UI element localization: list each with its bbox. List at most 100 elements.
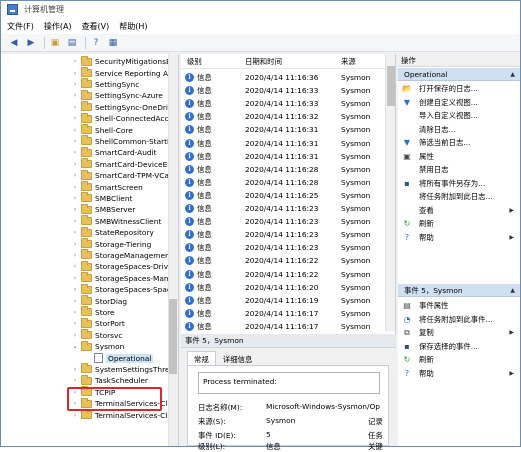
tree-item[interactable]: › TaskScheduler — [71, 374, 148, 386]
expand-icon[interactable]: › — [71, 298, 79, 305]
collapse-icon[interactable]: ⌄ — [71, 343, 79, 350]
help-icon[interactable]: ? — [89, 36, 103, 50]
event-row[interactable]: i 信息 2020/4/14 11:16:23 Sysmon — [181, 241, 386, 254]
event-row[interactable]: i 信息 2020/4/14 11:16:22 Sysmon — [181, 268, 386, 281]
expand-icon[interactable]: › — [71, 149, 79, 156]
action-item[interactable]: ▪ 保存选择的事件... — [398, 340, 520, 354]
tree-item[interactable]: › SMBWitnessClient — [71, 215, 161, 227]
action-item[interactable]: ▣ 属性 — [398, 150, 520, 164]
expand-icon[interactable]: › — [71, 332, 79, 339]
expand-icon[interactable]: › — [71, 229, 79, 236]
tree-item[interactable]: › StorDiag — [71, 295, 127, 306]
tree-item[interactable]: › SMBServer — [71, 203, 135, 215]
expand-icon[interactable]: › — [71, 286, 79, 293]
tree-item[interactable]: › Shell-Core — [71, 124, 133, 135]
event-row[interactable]: i 信息 2020/4/14 11:16:17 Sysmon — [181, 307, 386, 320]
tree-item[interactable]: › StorageManagement — [71, 249, 173, 261]
tree-item[interactable]: › StorageSpaces-Space — [71, 283, 175, 295]
event-row[interactable]: i 信息 2020/4/14 11:16:19 Sysmon — [181, 294, 386, 307]
tree-item[interactable]: › Store — [71, 306, 115, 318]
event-row[interactable]: i 信息 2020/4/14 11:16:32 Sysmon — [181, 110, 386, 123]
event-row[interactable]: i 信息 2020/4/14 11:16:23 Sysmon — [181, 228, 386, 241]
tree-item[interactable]: ⌄ Sysmon — [71, 340, 124, 352]
tree-item[interactable]: › SecurityMitigationsBr — [71, 55, 174, 67]
expand-icon[interactable]: › — [71, 127, 79, 134]
expand-icon[interactable]: › — [71, 81, 79, 88]
expand-icon[interactable]: › — [71, 366, 79, 373]
column-datetime[interactable]: 日期和时间 — [245, 56, 282, 67]
event-row[interactable]: i 信息 2020/4/14 11:16:31 Sysmon — [181, 150, 386, 163]
expand-icon[interactable]: › — [71, 241, 79, 248]
expand-icon[interactable]: › — [71, 412, 79, 419]
tree-item[interactable]: › SettingSync-OneDriv — [71, 101, 172, 113]
tree-item[interactable]: › Storsvc — [71, 329, 122, 341]
expand-icon[interactable]: › — [71, 104, 79, 111]
event-row[interactable]: i 信息 2020/4/14 11:16:17 Sysmon — [181, 320, 386, 331]
tree-item[interactable]: › StateRepository — [71, 226, 154, 238]
tree-item[interactable]: › SmartScreen — [71, 181, 143, 192]
tree-item[interactable]: › StorageSpaces-Mana — [71, 272, 173, 284]
action-item[interactable]: ↻ 刷新 — [398, 217, 520, 231]
expand-icon[interactable]: › — [71, 275, 79, 282]
action-item[interactable]: ▼ 创建自定义视图... — [398, 96, 520, 110]
action-item[interactable]: 查看 ▶ — [398, 204, 520, 218]
tree-item[interactable]: › Service Reporting AP — [71, 67, 172, 78]
expand-icon[interactable]: › — [71, 184, 79, 191]
expand-icon[interactable]: › — [71, 320, 79, 327]
tree-item[interactable]: › StorPort — [71, 317, 125, 329]
expand-icon[interactable]: › — [71, 218, 79, 225]
expand-icon[interactable]: › — [71, 161, 79, 168]
action-item[interactable]: ▤ 事件属性 — [398, 299, 520, 313]
action-item[interactable]: 禁用日志 — [398, 163, 520, 177]
action-item[interactable]: ↻ 刷新 — [398, 353, 520, 367]
up-folder-icon[interactable]: ▣ — [48, 36, 62, 50]
expand-icon[interactable]: › — [71, 263, 79, 270]
action-item[interactable]: 📂 打开保存的日志... — [398, 82, 520, 96]
tree-item[interactable]: › SettingSync — [71, 78, 139, 90]
event-list-scrollbar[interactable] — [385, 54, 395, 331]
tree-item[interactable]: › TerminalServices-Clie — [71, 409, 174, 420]
scrollbar-thumb[interactable] — [169, 299, 177, 374]
tree-item[interactable]: › ShellCommon-StartLa — [71, 135, 176, 147]
expand-icon[interactable]: › — [71, 252, 79, 259]
expand-icon[interactable]: › — [71, 115, 79, 122]
action-item[interactable]: ▪ 将所有事件另存为... — [398, 177, 520, 191]
tree-item[interactable]: › SMBClient — [71, 192, 132, 204]
expand-icon[interactable]: › — [71, 377, 79, 384]
console-tree-icon[interactable]: ▤ — [65, 36, 79, 50]
expand-icon[interactable]: › — [71, 206, 79, 213]
action-item[interactable]: 清除日志... — [398, 123, 520, 137]
event-row[interactable]: i 信息 2020/4/14 11:16:28 Sysmon — [181, 163, 386, 176]
action-item[interactable]: ◔ 将任务附加到此事件... — [398, 313, 520, 327]
menu-action[interactable]: 操作(A) — [44, 21, 72, 32]
event-row[interactable]: i 信息 2020/4/14 11:16:22 Sysmon — [181, 254, 386, 267]
event-row[interactable]: i 信息 2020/4/14 11:16:20 Sysmon — [181, 281, 386, 294]
tree-item[interactable]: Operational — [94, 352, 154, 364]
tree-item[interactable]: › Storage-Tiering — [71, 238, 151, 249]
action-item[interactable]: ? 帮助 ▶ — [398, 367, 520, 381]
column-level[interactable]: 级别 — [187, 56, 202, 67]
action-item[interactable]: ⧉ 复制 ▶ — [398, 326, 520, 340]
event-row[interactable]: i 信息 2020/4/14 11:16:33 Sysmon — [181, 84, 386, 97]
tree-item[interactable]: › SystemSettingsThresl — [71, 363, 175, 375]
event-row[interactable]: i 信息 2020/4/14 11:16:36 Sysmon — [181, 71, 386, 84]
event-row[interactable]: i 信息 2020/4/14 11:16:31 Sysmon — [181, 123, 386, 136]
event-row[interactable]: i 信息 2020/4/14 11:16:23 Sysmon — [181, 215, 386, 228]
tree-item[interactable]: › SmartCard-DeviceEnu — [71, 158, 177, 170]
event-row[interactable]: i 信息 2020/4/14 11:16:28 Sysmon — [181, 176, 386, 189]
expand-icon[interactable]: › — [71, 138, 79, 145]
event-row[interactable]: i 信息 2020/4/14 11:16:33 Sysmon — [181, 97, 386, 110]
actions-section-header[interactable]: Operational — [398, 68, 520, 81]
event-row[interactable]: i 信息 2020/4/14 11:16:23 Sysmon — [181, 202, 386, 215]
menu-file[interactable]: 文件(F) — [7, 21, 34, 32]
action-item[interactable]: ? 帮助 ▶ — [398, 231, 520, 245]
tree-item[interactable]: › Shell-ConnectedAcco — [71, 112, 173, 124]
event-message[interactable]: Process terminated: — [198, 372, 380, 394]
tree-scrollbar[interactable] — [168, 54, 178, 446]
back-icon[interactable]: ◀ — [7, 36, 21, 50]
action-item[interactable]: 将任务附加到此日志... — [398, 190, 520, 204]
tree-item[interactable]: › SmartCard-Audit — [71, 146, 157, 158]
tree-item[interactable]: › SettingSync-Azure — [71, 89, 163, 101]
expand-icon[interactable]: › — [71, 70, 79, 77]
expand-icon[interactable]: › — [71, 58, 79, 65]
